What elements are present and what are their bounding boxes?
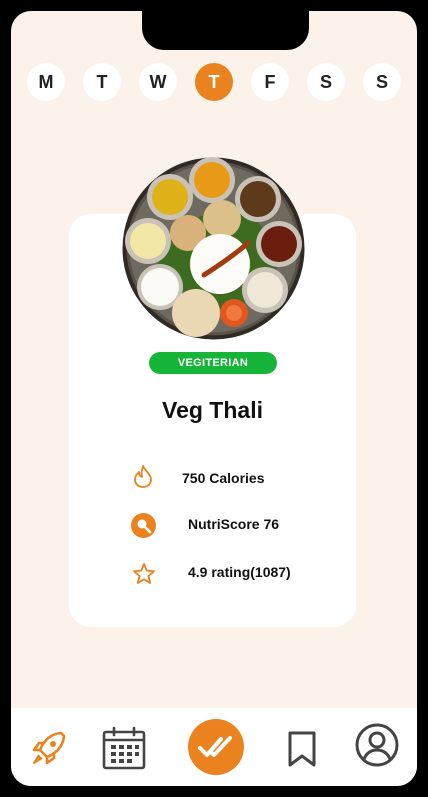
nutrition-icon — [131, 513, 156, 538]
rating-text: 4.9 rating(1087) — [188, 564, 291, 580]
bottom-nav — [11, 708, 417, 786]
weekday-selector: M T W T F S S — [11, 63, 417, 103]
day-tuesday[interactable]: T — [83, 63, 121, 101]
flame-icon — [134, 465, 152, 488]
profile-icon[interactable] — [355, 723, 399, 767]
day-friday[interactable]: F — [251, 63, 289, 101]
diet-badge: VEGITERIAN — [149, 352, 277, 374]
day-thursday[interactable]: T — [195, 63, 233, 101]
day-sunday[interactable]: S — [363, 63, 401, 101]
nutriscore-text: NutriScore 76 — [188, 516, 280, 532]
phone-notch — [142, 11, 309, 50]
thali-image — [122, 157, 305, 340]
day-monday[interactable]: M — [27, 63, 65, 101]
bookmark-icon[interactable] — [287, 730, 317, 768]
calories-text: 750 Calories — [182, 470, 265, 486]
app-screen: M T W T F S S VEGITERIAN Veg Thali 750 C… — [11, 11, 417, 786]
day-wednesday[interactable]: W — [139, 63, 177, 101]
double-check-icon[interactable] — [188, 719, 244, 775]
day-saturday[interactable]: S — [307, 63, 345, 101]
star-icon — [133, 563, 155, 584]
calendar-icon[interactable] — [102, 726, 146, 770]
rocket-icon[interactable] — [29, 728, 69, 768]
meal-title: Veg Thali — [162, 397, 263, 423]
